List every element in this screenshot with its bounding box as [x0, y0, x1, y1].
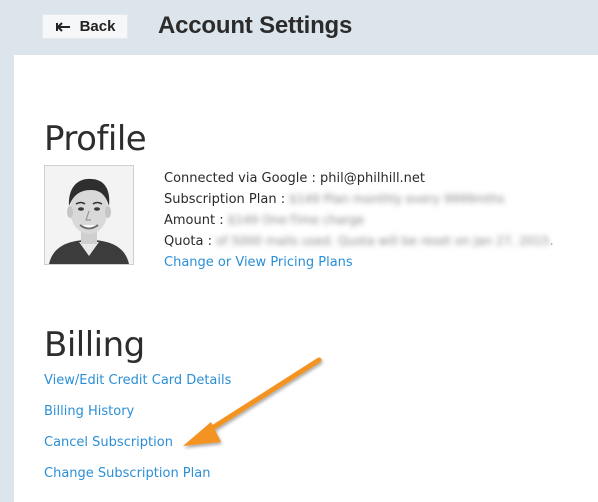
quota-row: Quota : of 5000 mails used. Quota will b…: [164, 231, 554, 252]
settings-panel: Profile Connected via Google: phil@phil…: [14, 55, 598, 502]
back-button[interactable]: Back: [42, 14, 128, 39]
back-button-label: Back: [79, 18, 116, 35]
back-arrow-icon: [55, 21, 71, 33]
avatar: [44, 165, 134, 265]
amount-label: Amount :: [164, 213, 224, 228]
annotation-arrow-icon: [183, 357, 322, 446]
billing-heading: Billing: [44, 325, 145, 365]
top-bar: Back Account Settings: [0, 0, 598, 55]
amount-value: $149 One-Time charge: [227, 213, 365, 227]
pricing-row: Change or View Pricing Plans: [164, 252, 554, 273]
email-value: phil@philhill.net: [320, 171, 426, 186]
profile-info: Connected via Google : phil@philhill.net…: [164, 168, 554, 273]
quota-trail: .: [549, 234, 554, 249]
plan-row: Subscription Plan : $149 Plan monthly ev…: [164, 189, 554, 210]
quota-label: Quota :: [164, 234, 213, 249]
change-subscription-plan-link[interactable]: Change Subscription Plan: [44, 463, 231, 494]
connected-label: Connected via Google :: [164, 171, 316, 186]
profile-heading: Profile: [44, 119, 147, 159]
connected-row: Connected via Google : phil@philhill.net: [164, 168, 554, 189]
plan-value: $149 Plan monthly every 9999mths: [289, 192, 505, 206]
change-pricing-plans-link[interactable]: Change or View Pricing Plans: [164, 252, 353, 273]
page-title: Account Settings: [158, 12, 353, 39]
quota-value: of 5000 mails used. Quota will be reset …: [216, 234, 550, 248]
amount-row: Amount : $149 One-Time charge: [164, 210, 554, 231]
plan-label: Subscription Plan :: [164, 192, 286, 207]
avatar-portrait-image: [45, 166, 133, 264]
